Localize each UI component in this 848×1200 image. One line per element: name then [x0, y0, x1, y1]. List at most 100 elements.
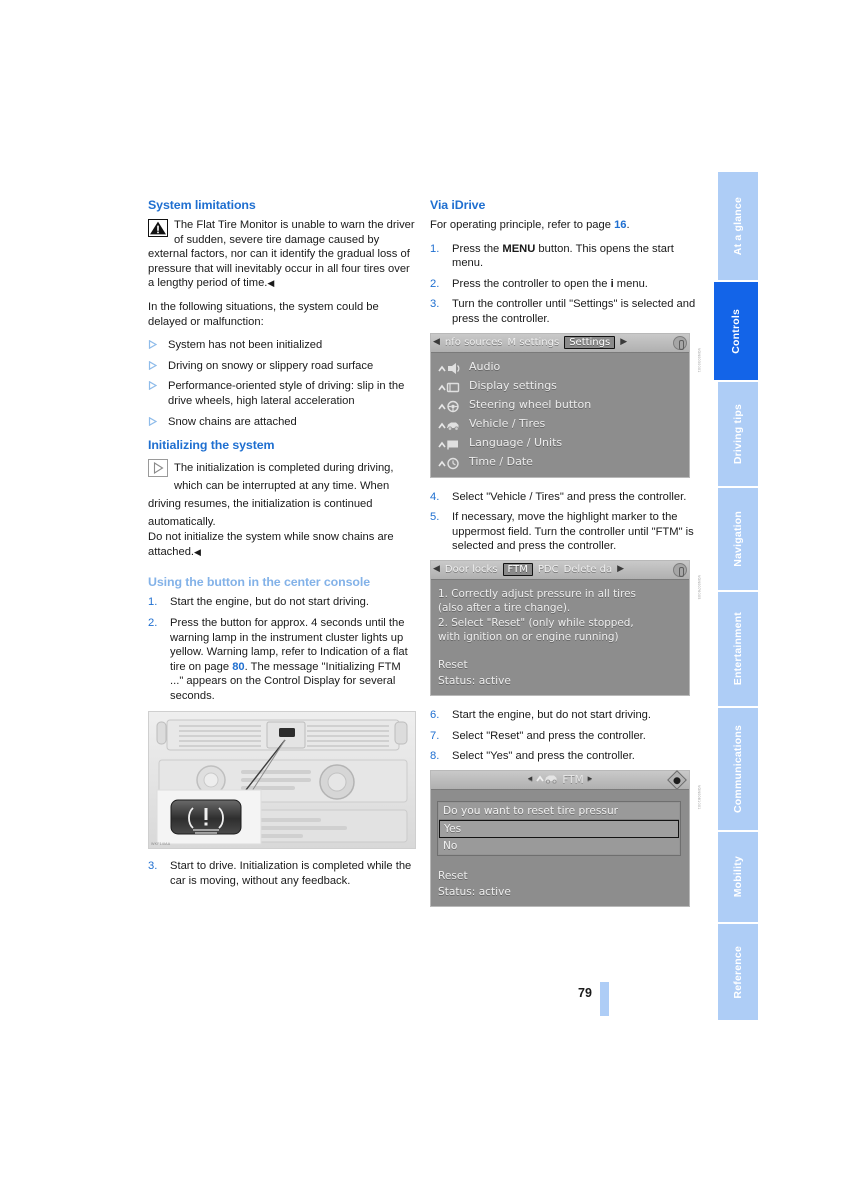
- operating-principle-line: For operating principle, refer to page 1…: [430, 218, 698, 233]
- menu-item-display-settings[interactable]: Display settings: [431, 376, 689, 395]
- sidebar-item-label: Entertainment: [732, 612, 744, 686]
- sidebar-item-navigation[interactable]: Navigation: [718, 488, 758, 592]
- volume-icon[interactable]: [673, 562, 687, 577]
- step-text: Select "Reset" and press the controller.: [452, 729, 646, 742]
- limitations-bullet-list: System has not been initialized Driving …: [148, 338, 416, 429]
- dialog-option-no[interactable]: No: [439, 837, 679, 854]
- idrive-tab-delete-data[interactable]: Delete da: [564, 564, 613, 575]
- idrive-menu-list: Audio Display settings Steering wheel bu…: [431, 353, 689, 477]
- step-text: Press the MENU button. This opens the st…: [452, 242, 698, 271]
- dialog-option-yes[interactable]: Yes: [439, 819, 679, 838]
- list-item-label: Driving on snowy or slippery road surfac…: [168, 359, 374, 372]
- idrive-title: ◂ FTM ▸: [528, 772, 592, 788]
- step-item: 7. Select "Reset" and press the controll…: [430, 729, 698, 744]
- ftm-reset-item[interactable]: Reset: [431, 868, 689, 884]
- step-number: 3.: [148, 860, 158, 873]
- volume-icon[interactable]: [673, 335, 687, 350]
- scroll-left-arrow-icon[interactable]: ◀: [433, 338, 440, 347]
- heading-via-idrive: Via iDrive: [430, 198, 486, 212]
- idrive-tab-bar: ◀ nfo sources M settings Settings ▶: [431, 333, 689, 353]
- idrive-tab-pdc[interactable]: PDC: [538, 564, 559, 575]
- heading-center-console: Using the button in the center console: [148, 575, 370, 590]
- step-item: 1. Start the engine, but do not start dr…: [148, 595, 416, 610]
- note-text-2: Do not initialize the system while snow …: [148, 530, 416, 559]
- menu-item-language-units[interactable]: Language / Units: [431, 433, 689, 452]
- step-text: Start to drive. Initialization is comple…: [170, 859, 416, 888]
- audio-speaker-icon: [438, 360, 460, 374]
- page-number-bar: [600, 982, 609, 1016]
- menu-item-label: Vehicle / Tires: [469, 416, 546, 430]
- ftm-status-label: Status: active: [438, 674, 511, 687]
- sidebar-item-label: At a glance: [732, 196, 744, 256]
- center-console-ftm-button-photo: WKF14IAA: [148, 711, 416, 850]
- sidebar-item-driving-tips[interactable]: Driving tips: [718, 382, 758, 488]
- list-item-label: System has not been initialized: [168, 339, 323, 352]
- list-item: System has not been initialized: [148, 338, 416, 353]
- triangle-bullet-icon: [148, 415, 168, 426]
- right-column: Via iDrive For operating principle, refe…: [430, 198, 701, 919]
- idrive-tab-m-settings[interactable]: M settings: [508, 337, 560, 348]
- next-arrow-icon[interactable]: ▸: [588, 775, 593, 784]
- step-text: Start the engine, but do not start drivi…: [452, 708, 652, 721]
- ftm-status-label: Status: active: [438, 885, 511, 898]
- step-item: 2. Press the controller to open the i me…: [430, 277, 698, 292]
- idrive-tab-info-sources[interactable]: nfo sources: [445, 337, 503, 348]
- ftm-instruction-line: (also after a tire change).: [438, 602, 571, 615]
- ftm-reset-item[interactable]: Reset: [431, 657, 689, 673]
- scroll-left-arrow-icon[interactable]: ◀: [433, 565, 440, 574]
- menu-item-audio[interactable]: Audio: [431, 357, 689, 376]
- figure-code: VON0076005: [697, 574, 701, 600]
- step-item: 5. If necessary, move the highlight mark…: [430, 510, 698, 554]
- note-triangle-icon: [148, 459, 168, 478]
- step-number: 1.: [430, 242, 440, 255]
- list-item: Snow chains are attached: [148, 415, 416, 430]
- menu-item-time-date[interactable]: Time / Date: [431, 452, 689, 471]
- triangle-bullet-icon: [148, 379, 168, 391]
- center-console-steps-cont: 3. Start to drive. Initialization is com…: [148, 859, 416, 888]
- sidebar-item-mobility[interactable]: Mobility: [718, 832, 758, 924]
- step-text-after: .: [244, 660, 248, 673]
- step-number: 3.: [430, 298, 440, 311]
- idrive-steps-4-5: 4. Select "Vehicle / Tires" and press th…: [430, 490, 698, 554]
- ftm-instruction-line: 2. Select "Reset" (only while stopped,: [438, 616, 634, 629]
- menu-item-vehicle-tires[interactable]: Vehicle / Tires: [431, 414, 689, 433]
- step-number: 1.: [148, 596, 158, 609]
- step-text-main: Press the controller to open the: [452, 277, 611, 290]
- manual-page: System limitations The Flat Tire Monitor…: [0, 0, 848, 1200]
- idrive-tab-ftm[interactable]: FTM: [502, 563, 533, 577]
- sidebar-item-label: Mobility: [732, 856, 744, 898]
- sidebar-item-communications[interactable]: Communications: [718, 708, 758, 832]
- step-number: 4.: [430, 490, 440, 503]
- menu-item-steering-wheel-button[interactable]: Steering wheel button: [431, 395, 689, 414]
- warning-notice-text: The Flat Tire Monitor is unable to warn …: [148, 219, 415, 290]
- photo-figure-code: WKF14IAA: [151, 842, 171, 847]
- sidebar-item-controls[interactable]: Controls: [714, 282, 758, 382]
- display-icon: [438, 379, 460, 392]
- sidebar-item-reference[interactable]: Reference: [718, 924, 758, 1022]
- idrive-tab-door-locks[interactable]: Door locks: [445, 564, 498, 575]
- page-reference-link[interactable]: 16: [614, 219, 626, 231]
- page-reference-link[interactable]: 80: [232, 661, 244, 673]
- step-item: 3. Turn the controller until "Settings" …: [430, 297, 698, 326]
- situations-intro: In the following situations, the system …: [148, 300, 379, 328]
- center-console-steps: 1. Start the engine, but do not start dr…: [148, 595, 416, 703]
- step-text: Press the button for approx. 4 seconds u…: [170, 616, 416, 704]
- warning-triangle-icon: [148, 219, 168, 237]
- previous-arrow-icon[interactable]: ◂: [528, 775, 533, 784]
- section-tabs: At a glance Controls Driving tips Naviga…: [714, 172, 758, 1022]
- sidebar-item-entertainment[interactable]: Entertainment: [718, 592, 758, 708]
- step-item: 6. Start the engine, but do not start dr…: [430, 708, 698, 723]
- step-item: 2. Press the button for approx. 4 second…: [148, 616, 416, 704]
- idrive-tab-settings[interactable]: Settings: [564, 336, 616, 350]
- controller-knob-icon[interactable]: [667, 769, 687, 790]
- sidebar-item-label: Driving tips: [732, 403, 744, 465]
- idrive-settings-menu-screenshot: ◀ nfo sources M settings Settings ▶ Audi…: [430, 332, 701, 478]
- menu-button-label: MENU: [502, 242, 536, 255]
- scroll-right-arrow-icon[interactable]: ▶: [617, 565, 624, 574]
- menu-item-label: Time / Date: [469, 454, 533, 468]
- step-number: 5.: [430, 511, 440, 524]
- sidebar-item-at-a-glance[interactable]: At a glance: [718, 172, 758, 282]
- scroll-right-arrow-icon[interactable]: ▶: [620, 338, 627, 347]
- note-end-mark: ◀: [194, 546, 201, 557]
- step-text: Start the engine, but do not start drivi…: [170, 596, 370, 609]
